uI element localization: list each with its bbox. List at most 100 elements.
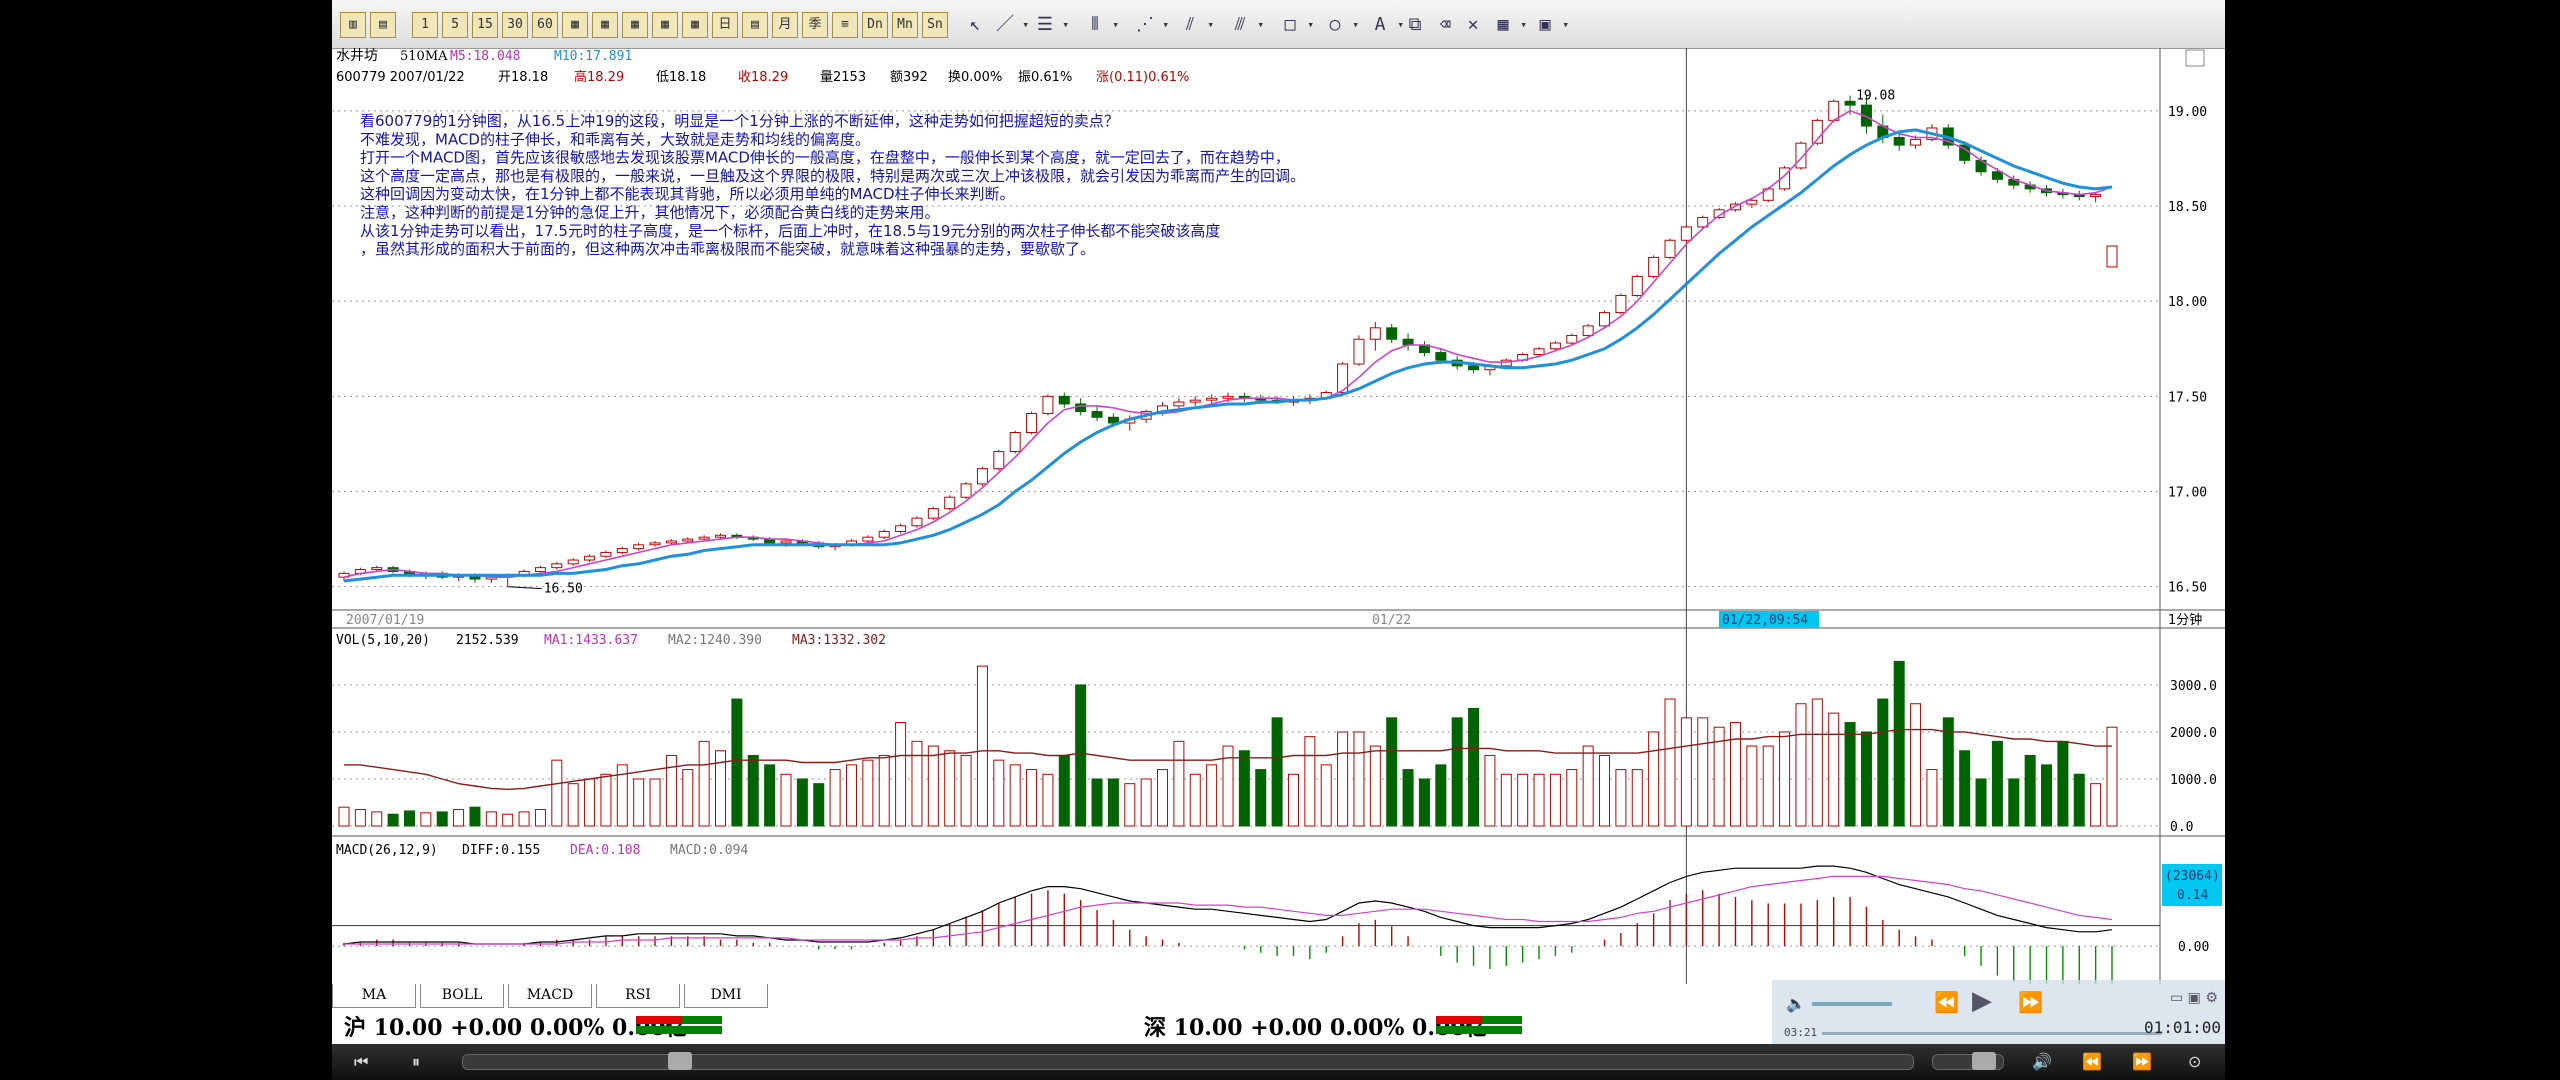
volume-bar (1566, 769, 1578, 827)
volume-tick-label: 1000.0 (2170, 773, 2217, 788)
candle-body (1173, 401, 1185, 407)
color-palette-icon[interactable]: ▦ (1490, 12, 1527, 38)
tab-dmi[interactable]: DMI (684, 984, 768, 1008)
video-player-overlay: 🔈 ⏪ ▶ ⏩ 03:21 01:01:00 ▭ ▣ ⚙ (1772, 980, 2225, 1044)
candle-body (1549, 342, 1561, 350)
volume-bar (698, 740, 710, 827)
candle-body (1566, 334, 1578, 344)
toolbar-list-icon[interactable]: ≡ (832, 12, 858, 38)
volume-bar (1680, 717, 1692, 827)
cursor-arrow-icon[interactable]: ↖ (962, 12, 988, 38)
volume-bar (387, 813, 399, 827)
fib-tool-icon[interactable]: ☰ (1032, 12, 1069, 38)
eraser-icon[interactable]: ⌫ (1432, 12, 1458, 38)
cycle-tool-icon[interactable]: ⦀ (1082, 12, 1119, 38)
play-icon[interactable]: ▶ (1972, 986, 1992, 1016)
line-tool-icon[interactable]: ／ (992, 12, 1029, 38)
candle-body (534, 567, 546, 572)
candle-body (1075, 403, 1087, 413)
toolbar-period-1-icon[interactable]: 1 (412, 12, 438, 38)
overlay-seek-bar[interactable] (1822, 1032, 2162, 1035)
macd-cursor-line2: 0.14 (2177, 888, 2208, 903)
candle-body (1582, 325, 1594, 336)
macd-value: MACD:0.094 (670, 843, 748, 858)
channel-tool-icon[interactable]: ⫽ (1177, 12, 1214, 38)
volume-bar (518, 811, 530, 827)
toolbar-dn-icon[interactable]: Dn (862, 12, 888, 38)
toolbar-month-icon[interactable]: 月 (772, 12, 798, 38)
text-tool-icon[interactable]: A (1367, 12, 1404, 38)
volume-bar (796, 778, 808, 827)
toolbar-day-icon[interactable]: 日 (712, 12, 738, 38)
loop-icon[interactable]: ⊙ (2188, 1044, 2201, 1080)
overlay-volume-slider[interactable] (1812, 1002, 1892, 1006)
fast-forward-icon[interactable]: ⏩ (2018, 990, 2043, 1014)
speaker-icon[interactable]: 🔊 (2032, 1044, 2052, 1080)
delete-icon[interactable]: ✕ (1460, 12, 1486, 38)
candle-body (1386, 327, 1398, 340)
toolbar-period-week-icon[interactable]: ▦ (592, 12, 618, 38)
toolbar-season-icon[interactable]: 季 (802, 12, 828, 38)
toolbar-period-60-icon[interactable]: 60 (532, 12, 558, 38)
copy-icon[interactable]: ⧉ (1402, 12, 1428, 38)
toolbar-period-month-icon[interactable]: ▦ (622, 12, 648, 38)
volume-tick-label: 2000.0 (2170, 726, 2217, 741)
toolbar-period-15-icon[interactable]: 15 (472, 12, 498, 38)
overlay-time-elapsed: 03:21 (1784, 1026, 1818, 1039)
candle-body (780, 540, 792, 544)
quote-code-date: 600779 2007/01/22 (336, 70, 465, 85)
overlay-window-icons[interactable]: ▭ ▣ ⚙ (2170, 990, 2218, 1006)
low-price-label: 16.50 (544, 582, 583, 597)
candle-body (600, 551, 612, 557)
candle-body (960, 483, 972, 498)
volume-bar (1075, 684, 1087, 827)
candle-body (1009, 432, 1021, 453)
volume-bar (371, 811, 383, 827)
volume-bar (1533, 773, 1545, 827)
toolbar-sn-icon[interactable]: Sn (922, 12, 948, 38)
window-restore-icon[interactable] (2185, 49, 2205, 67)
candle-body (715, 534, 727, 538)
volume-thumb[interactable] (1972, 1052, 1996, 1070)
volume-bar (1582, 745, 1594, 827)
tab-ma[interactable]: MA (332, 984, 416, 1008)
step-back-icon[interactable]: ⏪ (2082, 1044, 2102, 1080)
volume-bar (1435, 764, 1447, 827)
volume-bar (1402, 769, 1414, 827)
step-forward-icon[interactable]: ⏩ (2132, 1044, 2152, 1080)
seek-thumb[interactable] (668, 1052, 692, 1070)
volume-icon[interactable]: 🔈 (1786, 994, 1806, 1013)
toolbar-period-quarter-icon[interactable]: ▦ (652, 12, 678, 38)
candle-body (616, 548, 628, 553)
drawing-toolbar: ▥ ▤ 1 5 15 30 60 ▦ ▦ ▦ ▦ ▦ 日 ▤ 月 季 ≡ Dn … (332, 0, 2225, 49)
toolbar-period-30-icon[interactable]: 30 (502, 12, 528, 38)
candle-body (1844, 100, 1856, 106)
volume-bar (878, 754, 890, 827)
volume-bar (1107, 778, 1119, 827)
rewind-icon[interactable]: ⏪ (1934, 990, 1959, 1014)
toolbar-period-day-icon[interactable]: ▦ (562, 12, 588, 38)
tab-rsi[interactable]: RSI (596, 984, 680, 1008)
fan-tool-icon[interactable]: ⋰ (1132, 12, 1169, 38)
volume-bar (1026, 769, 1038, 827)
ellipse-tool-icon[interactable]: ○ (1322, 12, 1359, 38)
period-indicator[interactable]: 1分钟 (2168, 612, 2202, 628)
volume-bar (2024, 754, 2036, 827)
candle-body (1533, 348, 1545, 355)
toolbar-period-5-icon[interactable]: 5 (442, 12, 468, 38)
prev-icon[interactable]: ⏮ (354, 1044, 368, 1080)
volume-bar (403, 810, 415, 827)
toolbar-mn-icon[interactable]: Mn (892, 12, 918, 38)
tab-boll[interactable]: BOLL (420, 984, 504, 1008)
save-icon[interactable]: ▣ (1532, 12, 1569, 38)
rectangle-tool-icon[interactable]: □ (1277, 12, 1314, 38)
pause-icon[interactable]: ⏸ (412, 1044, 420, 1080)
toolbar-kline-icon[interactable]: ▥ (340, 12, 366, 38)
parallel-tool-icon[interactable]: ⫻ (1227, 12, 1264, 38)
volume-bar (1042, 773, 1054, 827)
toolbar-trend-icon[interactable]: ▤ (370, 12, 396, 38)
toolbar-period-year-icon[interactable]: ▦ (682, 12, 708, 38)
tab-macd[interactable]: MACD (508, 984, 592, 1008)
kline-chart[interactable]: 16.50 17.00 17.50 18.00 18.50 19.00 0.0 1000.0 2… (332, 48, 2225, 984)
toolbar-multi-icon[interactable]: ▤ (742, 12, 768, 38)
